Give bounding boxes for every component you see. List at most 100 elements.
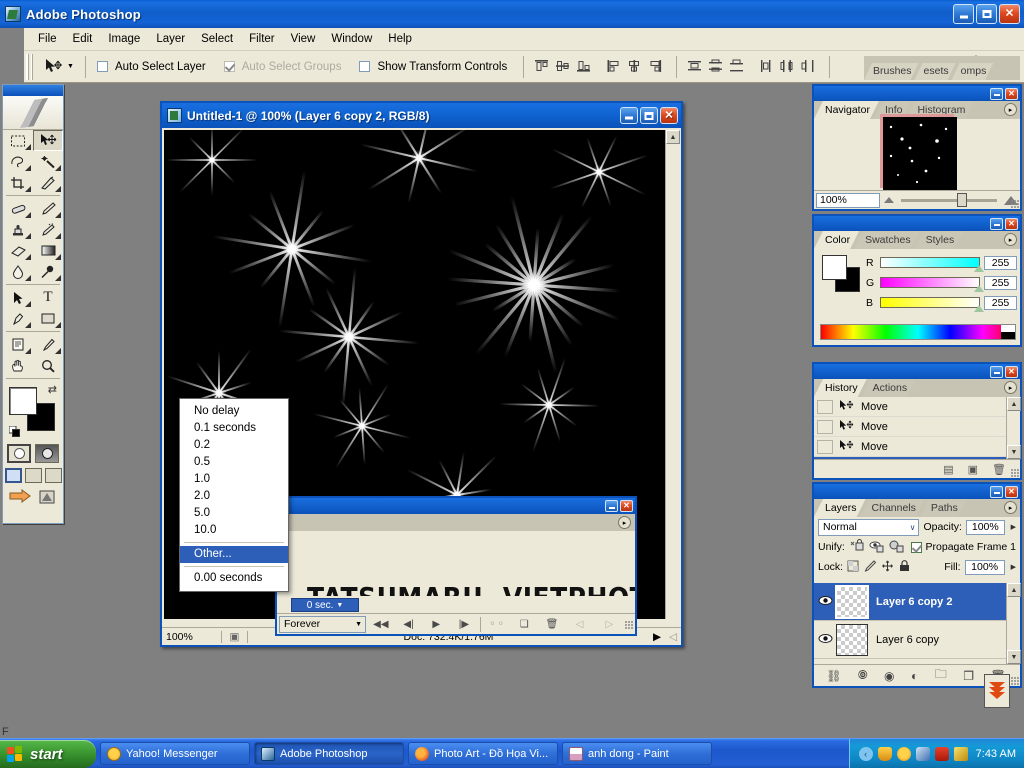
auto-select-layer-option[interactable]: Auto Select Layer xyxy=(93,61,210,73)
options-bar-grip[interactable] xyxy=(26,53,34,80)
menu-item-0-5[interactable]: 0.5 xyxy=(180,454,288,471)
add-layer-style-button[interactable]: 🞋 xyxy=(858,668,868,683)
eyedropper-tool[interactable] xyxy=(33,334,63,355)
create-new-snapshot-button[interactable]: ▣ xyxy=(968,463,978,476)
history-palette-menu-icon[interactable]: ▸ xyxy=(1004,381,1017,394)
history-state-row[interactable]: Move xyxy=(814,397,1020,417)
crop-tool[interactable] xyxy=(3,172,33,193)
zoom-out-icon[interactable] xyxy=(884,197,894,203)
taskbar-item-yahoo-messenger[interactable]: Yahoo! Messenger xyxy=(100,742,250,765)
animation-palette-title-bar[interactable]: ✕ xyxy=(277,498,635,514)
align-horizontal-centers-icon[interactable] xyxy=(626,58,644,75)
navigator-close-button[interactable]: ✕ xyxy=(1005,87,1018,100)
menu-item-0-2[interactable]: 0.2 xyxy=(180,437,288,454)
move-tool[interactable] xyxy=(33,130,63,151)
menu-help[interactable]: Help xyxy=(380,30,420,48)
layer-name[interactable]: Layer 6 copy xyxy=(876,634,939,646)
menu-window[interactable]: Window xyxy=(323,30,380,48)
create-document-from-state-button[interactable]: ▤ xyxy=(943,463,953,476)
add-adjustment-layer-button[interactable]: ◐ xyxy=(911,669,918,683)
start-button[interactable]: start xyxy=(0,740,96,768)
network-icon[interactable] xyxy=(915,746,930,761)
clone-stamp-tool[interactable] xyxy=(3,219,33,240)
history-close-button[interactable]: ✕ xyxy=(1005,365,1018,378)
animation-frames-area[interactable]: TATSUMARU▁VIETPHOTOSHOP xyxy=(277,531,635,596)
brush-tool[interactable] xyxy=(33,198,63,219)
tab-navigator[interactable]: Navigator xyxy=(814,101,879,119)
palette-well-tab-tool-presets[interactable]: esets xyxy=(915,63,956,80)
history-states-list[interactable]: Move Move Move xyxy=(814,397,1020,459)
document-zoom-level[interactable]: 100% xyxy=(162,630,222,643)
toolbox-title-bar[interactable] xyxy=(3,85,63,96)
menu-layer[interactable]: Layer xyxy=(148,30,193,48)
tab-actions[interactable]: Actions xyxy=(862,379,916,397)
unify-layer-position-icon[interactable] xyxy=(849,538,865,556)
foreground-background-color-control[interactable]: ⇄ xyxy=(8,383,63,439)
distribute-vertical-centers-icon[interactable] xyxy=(707,58,725,75)
pen-tool[interactable] xyxy=(3,308,33,329)
rectangle-tool[interactable] xyxy=(33,308,63,329)
layer-visibility-icon[interactable] xyxy=(814,595,836,609)
menu-item-1-0[interactable]: 1.0 xyxy=(180,471,288,488)
tab-history[interactable]: History xyxy=(814,379,867,397)
scroll-up-arrow[interactable]: ▲ xyxy=(1007,583,1021,597)
navigator-title-bar[interactable]: ✕ xyxy=(814,86,1020,101)
resize-grip[interactable] xyxy=(1010,676,1019,685)
delete-state-button[interactable]: 🗑 xyxy=(992,463,1006,476)
animation-scroll-right-icon[interactable]: ▷ xyxy=(596,616,622,633)
current-tool-preset[interactable]: ▼ xyxy=(38,56,78,78)
tab-styles[interactable]: Styles xyxy=(915,231,964,249)
color-palette-swatches[interactable] xyxy=(822,255,862,293)
photoshop-icon[interactable] xyxy=(38,489,58,508)
menu-image[interactable]: Image xyxy=(100,30,148,48)
lock-transparent-pixels-icon[interactable] xyxy=(847,560,860,575)
system-clock[interactable]: 7:43 AM xyxy=(976,748,1016,760)
navigator-zoom-field[interactable]: 100% xyxy=(816,192,880,208)
path-selection-tool[interactable] xyxy=(3,287,33,308)
channel-b-value[interactable]: 255 xyxy=(984,295,1017,310)
animation-close-button[interactable]: ✕ xyxy=(620,500,633,512)
layers-list[interactable]: Layer 6 copy 2 Layer 6 copy xyxy=(814,583,1020,664)
create-new-group-button[interactable]: 🗀 xyxy=(935,665,947,686)
channel-r-knob[interactable] xyxy=(974,265,984,272)
layer-row-selected[interactable]: Layer 6 copy 2 xyxy=(814,583,1020,621)
gradient-tool[interactable] xyxy=(33,240,63,261)
document-maximize-button[interactable] xyxy=(640,107,658,124)
animation-scroll-left-icon[interactable]: ◁ xyxy=(567,616,593,633)
menu-item-2-0[interactable]: 2.0 xyxy=(180,488,288,505)
layers-palette-menu-icon[interactable]: ▸ xyxy=(1004,501,1017,514)
chevron-down-icon[interactable]: ▼ xyxy=(336,602,343,609)
history-title-bar[interactable]: ✕ xyxy=(814,364,1020,379)
layer-visibility-icon[interactable] xyxy=(814,633,836,647)
distribute-horizontal-centers-icon[interactable] xyxy=(779,58,797,75)
standard-mode-button[interactable] xyxy=(7,444,31,463)
animation-minimize-button[interactable] xyxy=(605,500,618,512)
lock-position-icon[interactable] xyxy=(881,560,894,575)
layers-title-bar[interactable]: ✕ xyxy=(814,484,1020,499)
menu-item-current-value[interactable]: 0.00 seconds xyxy=(180,570,288,587)
history-minimize-button[interactable] xyxy=(990,365,1003,378)
link-layers-button[interactable]: ⛓ xyxy=(826,669,841,683)
taskbar-item-photo-art[interactable]: Photo Art - Đồ Họa Vi... xyxy=(408,742,558,765)
type-tool[interactable]: T xyxy=(33,287,63,308)
notes-tool[interactable] xyxy=(3,334,33,355)
scroll-up-arrow[interactable]: ▲ xyxy=(666,130,680,144)
history-source-checkbox[interactable] xyxy=(817,439,833,454)
resize-grip[interactable] xyxy=(1010,468,1019,477)
navigator-minimize-button[interactable] xyxy=(990,87,1003,100)
rectangular-marquee-tool[interactable] xyxy=(3,130,33,151)
add-layer-mask-button[interactable]: ◉ xyxy=(884,669,894,683)
scroll-up-arrow[interactable]: ▲ xyxy=(1007,397,1021,411)
status-popup-arrow-icon[interactable]: ▶ xyxy=(649,631,665,643)
show-hidden-icons-icon[interactable]: ‹ xyxy=(858,746,873,761)
distribute-left-edges-icon[interactable] xyxy=(758,58,776,75)
color-spectrum-ramp[interactable] xyxy=(820,324,1016,340)
eraser-tool[interactable] xyxy=(3,240,33,261)
create-new-layer-button[interactable]: ❐ xyxy=(963,669,974,683)
resize-grip[interactable] xyxy=(1010,199,1019,208)
navigator-zoom-knob[interactable] xyxy=(956,192,967,207)
magic-wand-tool[interactable] xyxy=(33,151,63,172)
zoom-tool[interactable] xyxy=(33,355,63,376)
frame-delay-dropdown-menu[interactable]: No delay 0.1 seconds 0.2 0.5 1.0 2.0 5.0… xyxy=(179,398,289,592)
layers-close-button[interactable]: ✕ xyxy=(1005,485,1018,498)
